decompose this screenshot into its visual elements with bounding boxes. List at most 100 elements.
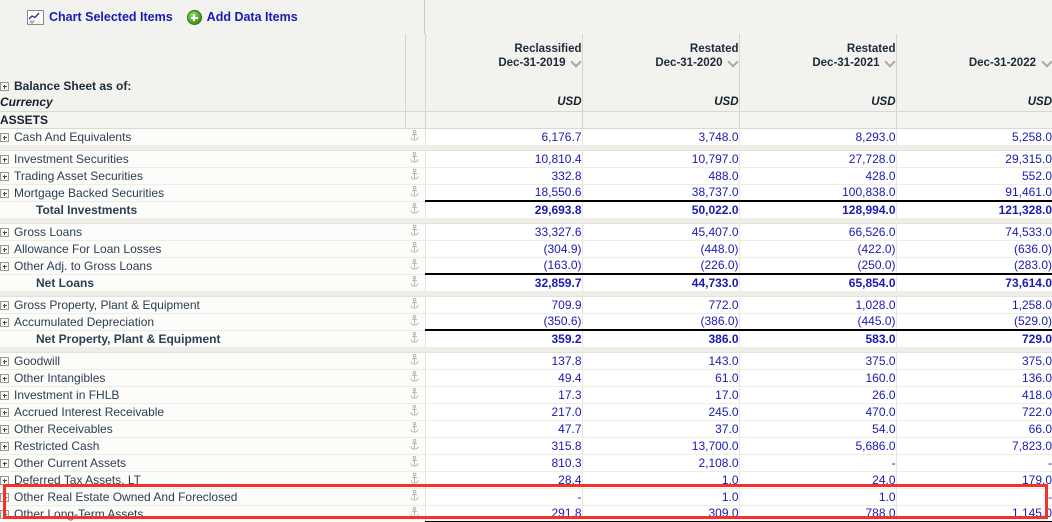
- table-row[interactable]: Mortgage Backed Securities 18,550.6 38,737…: [0, 184, 1052, 202]
- footnote-anchor-icon[interactable]: [410, 404, 419, 416]
- row-anchor-cell[interactable]: [405, 240, 425, 258]
- footnote-anchor-icon[interactable]: [410, 387, 419, 399]
- chevron-down-icon[interactable]: [885, 56, 896, 67]
- footnote-anchor-icon[interactable]: [410, 472, 419, 484]
- row-label[interactable]: Accrued Interest Receivable: [0, 403, 405, 421]
- row-label[interactable]: Other Real Estate Owned And Foreclosed: [0, 488, 405, 506]
- row-anchor-cell[interactable]: [405, 488, 425, 506]
- row-label[interactable]: Accumulated Depreciation: [0, 313, 405, 331]
- expand-icon[interactable]: [0, 244, 9, 254]
- table-row[interactable]: Net Property, Plant & Equipment 359.2 386.…: [0, 329, 1052, 348]
- row-label[interactable]: Mortgage Backed Securities: [0, 184, 405, 202]
- table-row[interactable]: Goodwill 137.8 143.0 375.0 375.0: [0, 352, 1052, 370]
- footnote-anchor-icon[interactable]: [410, 168, 419, 180]
- chevron-down-icon[interactable]: [728, 56, 739, 67]
- row-anchor-cell[interactable]: [405, 386, 425, 404]
- expand-icon[interactable]: [0, 475, 9, 485]
- table-row[interactable]: Other Real Estate Owned And Foreclosed -1…: [0, 488, 1052, 506]
- row-anchor-cell[interactable]: [405, 184, 425, 202]
- column-header-3[interactable]: Restated Dec-31-2021: [738, 34, 896, 77]
- row-label[interactable]: Other Intangibles: [0, 369, 405, 387]
- footnote-anchor-icon[interactable]: [410, 129, 419, 141]
- expand-icon[interactable]: [0, 188, 9, 198]
- expand-icon[interactable]: [0, 509, 9, 519]
- table-row[interactable]: Accumulated Depreciation (350.6) (386.0) (4…: [0, 313, 1052, 331]
- row-label[interactable]: Other Current Assets: [0, 454, 405, 472]
- row-anchor-cell[interactable]: [405, 201, 425, 219]
- footnote-anchor-icon[interactable]: [410, 202, 419, 214]
- expand-icon[interactable]: [0, 373, 9, 383]
- expand-icon[interactable]: [0, 424, 9, 434]
- footnote-anchor-icon[interactable]: [410, 314, 419, 326]
- row-anchor-cell[interactable]: [405, 128, 425, 146]
- row-label[interactable]: Deferred Tax Assets, LT: [0, 471, 405, 489]
- chart-selected-items-button[interactable]: Chart Selected Items: [27, 9, 173, 25]
- table-row[interactable]: Other Adj. to Gross Loans (163.0) (226.0)(…: [0, 257, 1052, 275]
- table-row[interactable]: Total Investments 29,693.8 50,022.0 128,994…: [0, 200, 1052, 219]
- row-anchor-cell[interactable]: [405, 223, 425, 241]
- row-anchor-cell[interactable]: [405, 330, 425, 348]
- footnote-anchor-icon[interactable]: [410, 151, 419, 163]
- footnote-anchor-icon[interactable]: [410, 438, 419, 450]
- table-row[interactable]: Investment Securities 10,810.4 10,797.0 27,…: [0, 150, 1052, 168]
- footnote-anchor-icon[interactable]: [410, 331, 419, 343]
- row-label[interactable]: Trading Asset Securities: [0, 167, 405, 185]
- expand-icon[interactable]: [0, 171, 9, 181]
- table-row[interactable]: Restricted Cash 315.8 13,700.0 5,686.0 7,823…: [0, 437, 1052, 455]
- footnote-anchor-icon[interactable]: [410, 455, 419, 467]
- table-row[interactable]: Allowance For Loan Losses (304.9) (448.0)(…: [0, 240, 1052, 258]
- expand-icon[interactable]: [0, 132, 9, 142]
- expand-icon[interactable]: [0, 81, 9, 91]
- row-anchor-cell[interactable]: [405, 313, 425, 331]
- row-anchor-cell[interactable]: [405, 167, 425, 185]
- row-label[interactable]: Investment in FHLB: [0, 386, 405, 404]
- row-label[interactable]: Other Long-Term Assets: [0, 505, 405, 522]
- footnote-anchor-icon[interactable]: [410, 506, 419, 518]
- column-header-1[interactable]: Reclassified Dec-31-2019: [424, 34, 582, 77]
- footnote-anchor-icon[interactable]: [410, 241, 419, 253]
- expand-icon[interactable]: [0, 154, 9, 164]
- expand-icon[interactable]: [0, 227, 9, 237]
- expand-icon[interactable]: [0, 407, 9, 417]
- row-label[interactable]: Cash And Equivalents: [0, 128, 405, 146]
- row-anchor-cell[interactable]: [405, 471, 425, 489]
- chevron-down-icon[interactable]: [571, 56, 582, 67]
- expand-icon[interactable]: [0, 441, 9, 451]
- column-header-4[interactable]: Dec-31-2022: [895, 34, 1052, 77]
- expand-icon[interactable]: [0, 492, 9, 502]
- table-row[interactable]: Trading Asset Securities 332.8 488.0 428.0 5…: [0, 167, 1052, 185]
- add-data-items-button[interactable]: Add Data Items: [186, 9, 298, 25]
- table-row[interactable]: Gross Property, Plant & Equipment 709.9 77…: [0, 296, 1052, 314]
- expand-icon[interactable]: [0, 458, 9, 468]
- row-label[interactable]: Investment Securities: [0, 150, 405, 168]
- row-anchor-cell[interactable]: [405, 437, 425, 455]
- footnote-anchor-icon[interactable]: [410, 489, 419, 501]
- row-anchor-cell[interactable]: [405, 352, 425, 370]
- row-anchor-cell[interactable]: [405, 150, 425, 168]
- table-row[interactable]: Deferred Tax Assets, LT 28.4 1.0 24.0 179.0: [0, 471, 1052, 489]
- row-label[interactable]: Allowance For Loan Losses: [0, 240, 405, 258]
- table-row[interactable]: Other Current Assets 810.3 2,108.0- -: [0, 454, 1052, 472]
- row-anchor-cell[interactable]: [405, 369, 425, 387]
- row-label[interactable]: Gross Property, Plant & Equipment: [0, 296, 405, 314]
- expand-icon[interactable]: [0, 390, 9, 400]
- expand-icon[interactable]: [0, 300, 9, 310]
- chevron-down-icon[interactable]: [1041, 56, 1052, 67]
- row-label[interactable]: Other Adj. to Gross Loans: [0, 257, 405, 275]
- table-row[interactable]: Gross Loans 33,327.6 45,407.0 66,526.0 74,53…: [0, 223, 1052, 241]
- expand-icon[interactable]: [0, 356, 9, 366]
- footnote-anchor-icon[interactable]: [410, 421, 419, 433]
- table-row[interactable]: Accrued Interest Receivable 217.0 245.0 470…: [0, 403, 1052, 421]
- row-anchor-cell[interactable]: [405, 257, 425, 275]
- table-row[interactable]: Investment in FHLB 17.3 17.0 26.0 418.0: [0, 386, 1052, 404]
- row-anchor-cell[interactable]: [405, 454, 425, 472]
- expand-icon[interactable]: [0, 317, 9, 327]
- table-row[interactable]: Other Long-Term Assets 291.8 309.0 788.0 1,1…: [0, 505, 1052, 522]
- footnote-anchor-icon[interactable]: [410, 224, 419, 236]
- row-anchor-cell[interactable]: [405, 296, 425, 314]
- statement-title-cell[interactable]: Balance Sheet as of:: [0, 77, 405, 94]
- footnote-anchor-icon[interactable]: [410, 370, 419, 382]
- table-row[interactable]: Other Receivables 47.7 37.0 54.0 66.0: [0, 420, 1052, 438]
- row-label[interactable]: Other Receivables: [0, 420, 405, 438]
- footnote-anchor-icon[interactable]: [410, 275, 419, 287]
